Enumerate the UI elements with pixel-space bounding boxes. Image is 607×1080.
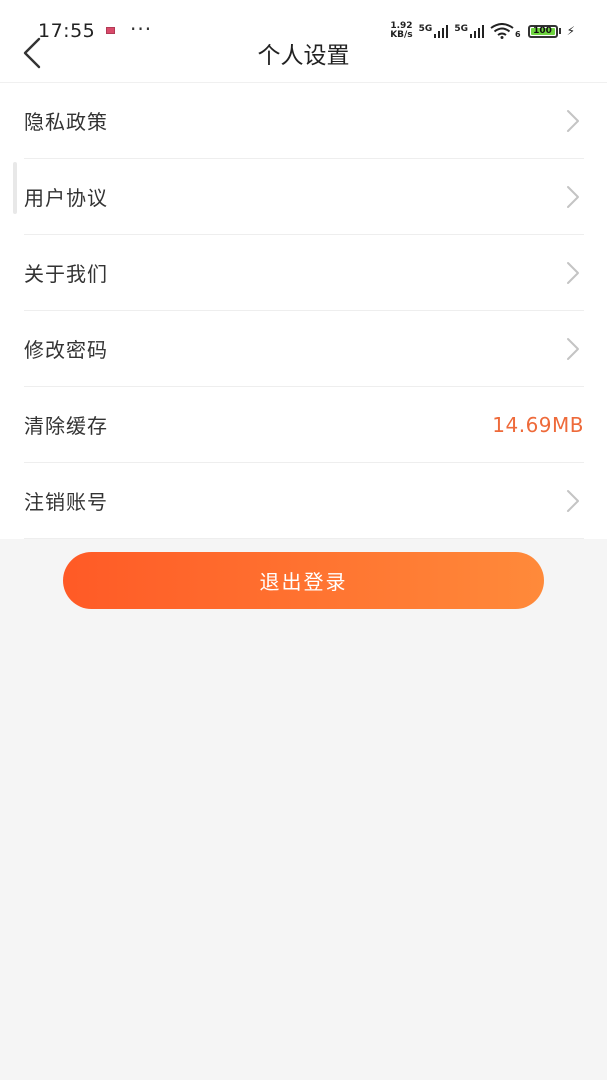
menu-item-user-agreement[interactable]: 用户协议 xyxy=(24,159,584,235)
chevron-right-icon xyxy=(567,261,579,284)
menu-item-label: 清除缓存 xyxy=(24,414,108,438)
menu-item-label: 用户协议 xyxy=(24,186,108,210)
scroll-indicator xyxy=(13,162,17,214)
menu-item-clear-cache[interactable]: 清除缓存 14.69MB xyxy=(24,387,584,463)
chevron-right-icon xyxy=(567,489,579,512)
menu-item-label: 修改密码 xyxy=(24,338,108,362)
menu-item-about-us[interactable]: 关于我们 xyxy=(24,235,584,311)
chevron-right-icon xyxy=(567,185,579,208)
cache-size: 14.69MB xyxy=(492,412,584,437)
menu-item-change-password[interactable]: 修改密码 xyxy=(24,311,584,387)
battery-tip xyxy=(558,28,561,34)
menu-item-label: 注销账号 xyxy=(24,490,108,514)
battery-level: 100 xyxy=(533,25,552,36)
signal-1-label: 5G xyxy=(418,24,433,34)
menu-item-delete-account[interactable]: 注销账号 xyxy=(24,463,584,539)
page-title: 个人设置 xyxy=(257,43,350,69)
signal-2-label: 5G xyxy=(454,24,468,34)
notification-icon xyxy=(106,27,115,34)
menu-item-label: 隐私政策 xyxy=(24,110,108,134)
menu-item-label: 关于我们 xyxy=(24,262,108,286)
chevron-right-icon xyxy=(567,337,579,360)
settings-list: 隐私政策 用户协议 关于我们 修改密码 清除缓存 14.69MB 注销账号 xyxy=(0,83,607,539)
chevron-right-icon xyxy=(567,109,579,132)
logout-button[interactable]: 退出登录 xyxy=(63,552,544,609)
top-bar: 17:55 ··· 1.92 KB/s 5G 5G 6 100 ⚡ 个人设置 xyxy=(0,0,607,83)
menu-item-privacy-policy[interactable]: 隐私政策 xyxy=(24,83,584,159)
